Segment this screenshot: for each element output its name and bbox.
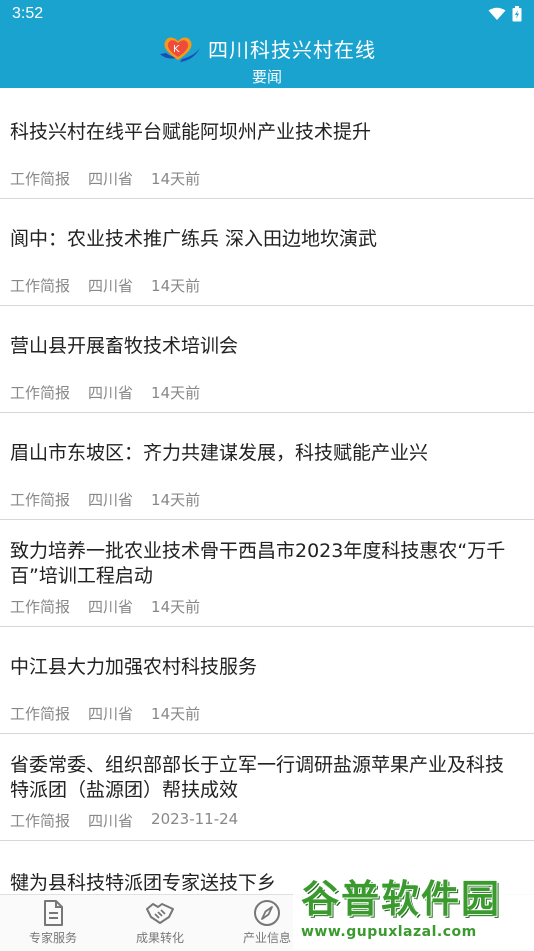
news-meta: 工作简报 四川省 14天前 [10,703,200,724]
news-title: 营山县开展畜牧技术培训会 [10,335,239,357]
news-meta: 工作简报 四川省 14天前 [10,168,200,189]
site-watermark: 谷普软件园 www.gupuxlazal.com [293,866,534,950]
status-time: 3:52 [12,5,44,22]
nav-tab-expert-service[interactable]: 专家服务 [0,899,106,949]
news-title: 阆中：农业技术推广练兵 深入田边地坎演武 [10,228,378,250]
news-region: 四川省 [88,812,134,830]
news-item[interactable]: 省委常委、组织部部长于立军一行调研盐源苹果产业及科技特派团（盐源团）帮扶成效 工… [0,734,534,841]
news-category: 工作简报 [10,170,71,188]
logo-letter: K [173,44,180,55]
news-meta: 工作简报 四川省 14天前 [10,382,200,403]
nav-label: 专家服务 [28,931,77,945]
status-icons [488,6,522,22]
news-meta: 工作简报 四川省 2023-11-24 [10,810,238,831]
news-region: 四川省 [88,598,134,616]
news-category: 工作简报 [10,598,71,616]
app-header: K 四川科技兴村在线 要闻 [0,28,534,88]
news-region: 四川省 [88,491,134,509]
news-region: 四川省 [88,170,134,188]
compass-icon [254,900,280,926]
news-item[interactable]: 中江县大力加强农村科技服务 工作简报 四川省 14天前 [0,627,534,734]
news-meta: 工作简报 四川省 14天前 [10,596,200,617]
news-region: 四川省 [88,277,134,295]
news-title: 省委常委、组织部部长于立军一行调研盐源苹果产业及科技特派团（盐源团）帮扶成效 [10,754,505,801]
news-item[interactable]: 科技兴村在线平台赋能阿坝州产业技术提升 工作简报 四川省 14天前 [0,92,534,199]
news-list: 科技兴村在线平台赋能阿坝州产业技术提升 工作简报 四川省 14天前 阆中：农业技… [0,92,534,894]
app-logo-icon: K [160,37,200,62]
news-category: 工作简报 [10,812,71,830]
app-title: 四川科技兴村在线 [208,37,376,62]
watermark-url: www.gupuxlazal.com [301,924,477,940]
wifi-icon [488,7,506,20]
page-subtitle: 要闻 [251,68,282,86]
news-time: 14天前 [151,598,201,616]
watermark-text: 谷普软件园 [301,877,502,921]
nav-label: 成果转化 [135,931,184,945]
news-time: 14天前 [151,277,201,295]
news-region: 四川省 [88,384,134,402]
news-title: 致力培养一批农业技术骨干西昌市2023年度科技惠农“万千百”培训工程启动 [10,540,506,587]
status-bar: 3:52 [0,0,534,28]
news-item[interactable]: 营山县开展畜牧技术培训会 工作简报 四川省 14天前 [0,306,534,413]
document-icon [44,900,63,926]
news-time: 14天前 [151,170,201,188]
news-time: 14天前 [151,491,201,509]
news-item[interactable]: 眉山市东坡区：齐力共建谋发展，科技赋能产业兴 工作简报 四川省 14天前 [0,413,534,520]
news-category: 工作简报 [10,277,71,295]
nav-tab-achievement[interactable]: 成果转化 [107,899,213,949]
news-title: 科技兴村在线平台赋能阿坝州产业技术提升 [10,121,372,143]
news-meta: 工作简报 四川省 14天前 [10,275,200,296]
brand: K 四川科技兴村在线 [0,32,534,64]
news-title: 眉山市东坡区：齐力共建谋发展，科技赋能产业兴 [10,442,429,464]
news-category: 工作简报 [10,491,71,509]
handshake-icon [146,903,174,924]
battery-icon [512,6,522,22]
news-category: 工作简报 [10,705,71,723]
news-time: 14天前 [151,705,201,723]
news-time: 2023-11-24 [151,810,239,828]
news-item[interactable]: 致力培养一批农业技术骨干西昌市2023年度科技惠农“万千百”培训工程启动 工作简… [0,520,534,627]
news-time: 14天前 [151,384,201,402]
news-item[interactable]: 阆中：农业技术推广练兵 深入田边地坎演武 工作简报 四川省 14天前 [0,199,534,306]
news-title: 中江县大力加强农村科技服务 [10,656,258,678]
news-category: 工作简报 [10,384,71,402]
news-region: 四川省 [88,705,134,723]
news-meta: 工作简报 四川省 14天前 [10,489,200,510]
